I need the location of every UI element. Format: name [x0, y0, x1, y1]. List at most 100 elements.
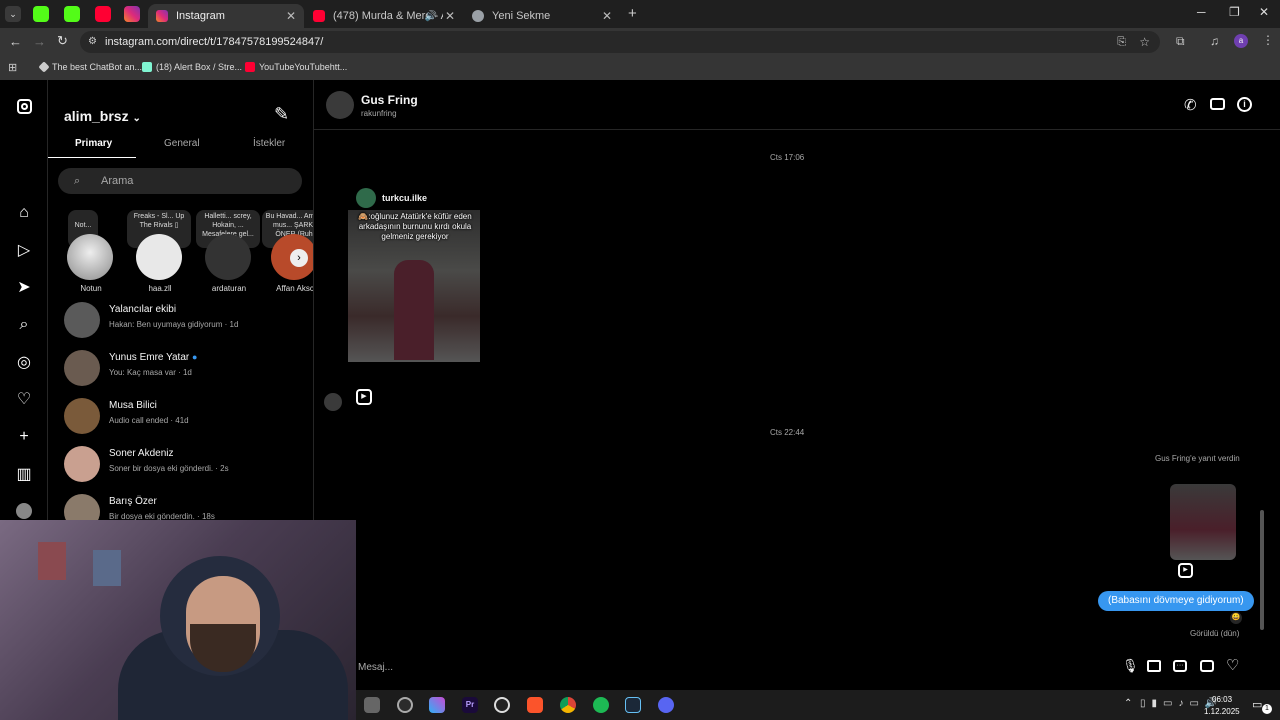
clock-date[interactable]: 1.12.2025 [1204, 707, 1240, 716]
bookmark-youtube[interactable]: YouTubeYouTubehtt... [245, 62, 347, 72]
sent-message-bubble[interactable]: (Babasını dövmeye gidiyorum) [1098, 591, 1254, 611]
profile-avatar[interactable] [16, 503, 32, 519]
steam-icon[interactable] [625, 697, 641, 713]
profile-avatar[interactable]: a [1234, 34, 1248, 48]
app-icon[interactable] [397, 697, 413, 713]
chat-panel: Gus Fring rakunfring ✆ i Cts 17:06 turkc… [314, 80, 1280, 690]
message-text: (Babasını dövmeye gidiyorum) [1108, 595, 1244, 606]
tab-primary[interactable]: Primary [75, 138, 112, 149]
contact-avatar[interactable] [326, 91, 354, 119]
bookmark-star-icon[interactable]: ☆ [1139, 31, 1150, 53]
close-tab-icon[interactable]: ✕ [602, 9, 612, 23]
forward-icon[interactable]: → [33, 34, 46, 49]
notifications-heart-icon[interactable]: ♡ [14, 389, 34, 409]
pinned-tab-youtube[interactable] [95, 6, 111, 22]
brave-icon[interactable] [527, 697, 543, 713]
speaker-icon[interactable]: 🔊 [425, 11, 437, 22]
pinned-tab-instagram[interactable] [124, 6, 140, 22]
copilot-icon[interactable] [429, 697, 445, 713]
account-switcher[interactable]: alim_brsz ⌄ [64, 108, 141, 124]
explore-icon[interactable]: ◎ [14, 352, 34, 372]
sender-avatar[interactable] [324, 393, 342, 411]
like-heart-icon[interactable]: ♡ [1226, 656, 1239, 674]
apps-grid-icon[interactable]: ⊞ [8, 61, 17, 74]
new-tab-button[interactable]: + [628, 5, 637, 22]
video-call-icon[interactable] [1210, 98, 1225, 110]
menu-icon[interactable]: ⋮ [1262, 33, 1274, 47]
reel-icon[interactable]: ▶ [356, 389, 372, 405]
microphone-icon[interactable]: 🎙 [1122, 658, 1139, 674]
messages-icon[interactable]: ➤ [14, 277, 34, 297]
chrome-icon[interactable] [560, 697, 576, 713]
create-plus-icon[interactable]: + [14, 427, 34, 447]
minimize-button[interactable]: ─ [1197, 5, 1206, 19]
clock-time[interactable]: 06:03 [1212, 695, 1232, 704]
tray-chevron-icon[interactable]: ⌃ [1124, 698, 1132, 709]
tab-youtube[interactable]: (478) Murda & Mero - Ara 🔊 ✕ [305, 4, 463, 28]
shared-post[interactable]: turkcu.ilke 🙈:oğlunuz Atatürk'e küfür ed… [348, 184, 480, 362]
dashboard-icon[interactable]: ▥ [14, 464, 34, 484]
app-icon[interactable] [364, 697, 380, 713]
reels-icon[interactable]: ▷ [14, 240, 34, 260]
image-upload-icon[interactable] [1147, 660, 1161, 672]
list-item[interactable]: Musa Bilici Audio call ended · 41d [64, 398, 304, 442]
reaction-emoji[interactable]: 😀 [1230, 612, 1242, 624]
tab-new[interactable]: Yeni Sekme ✕ [464, 4, 620, 28]
instagram-logo-icon[interactable] [14, 96, 34, 116]
premiere-icon[interactable]: Pr [462, 697, 478, 713]
tab-requests[interactable]: İstekler [253, 138, 285, 149]
reel-icon[interactable]: ▶ [1178, 563, 1193, 578]
close-tab-icon[interactable]: ✕ [286, 9, 296, 23]
conversation-name: Yunus Emre Yatar ● [109, 352, 198, 363]
bookmark-chatbot[interactable]: The best ChatBot an... [38, 61, 142, 73]
notification-center-icon[interactable]: ▭ [1252, 698, 1262, 711]
chat-scrollbar[interactable] [1260, 510, 1264, 630]
bookmarks-bar: ⊞ The best ChatBot an... (18) Alert Box … [0, 56, 1280, 80]
extensions-icon[interactable]: ⧉ [1176, 34, 1185, 49]
search-icon[interactable]: ⌕ [14, 315, 34, 335]
tab-instagram[interactable]: Instagram ✕ [148, 4, 304, 28]
home-icon[interactable]: ⌂ [14, 203, 34, 223]
composer-placeholder: Mesaj... [358, 662, 394, 673]
tab-search-button[interactable]: ⌄ [5, 6, 21, 22]
bookmark-alertbox[interactable]: (18) Alert Box / Stre... [142, 62, 242, 72]
contact-name[interactable]: Gus Fring [361, 93, 418, 107]
post-account-avatar [356, 188, 376, 208]
list-item[interactable]: Soner Akdeniz Soner bir dosya eki gönder… [64, 446, 304, 490]
url-text: instagram.com/direct/t/17847578199524847… [105, 36, 324, 48]
avatar [64, 398, 100, 434]
address-bar[interactable]: ⚙ instagram.com/direct/t/178475781995248… [80, 31, 1160, 53]
install-app-icon[interactable]: ⎘ [1117, 31, 1126, 53]
tab-general[interactable]: General [164, 138, 200, 149]
list-item[interactable]: Yunus Emre Yatar ● You: Kaç masa var · 1… [64, 350, 304, 394]
discord-icon[interactable] [658, 697, 674, 713]
reload-icon[interactable]: ↻ [57, 33, 68, 49]
spotify-icon[interactable] [593, 697, 609, 713]
new-message-icon[interactable]: ✎ [274, 104, 289, 125]
conversation-preview: Audio call ended · 41d [109, 416, 189, 425]
pinned-tab-kick-1[interactable] [33, 6, 49, 22]
site-info-icon[interactable]: ⚙ [88, 31, 97, 53]
close-tab-icon[interactable]: ✕ [445, 9, 455, 23]
pinned-tab-kick-2[interactable] [64, 6, 80, 22]
list-item[interactable]: Yalancılar ekibi Hakan: Ben uyumaya gidi… [64, 302, 304, 346]
conversation-name: Barış Özer [109, 496, 157, 507]
info-icon[interactable]: i [1237, 97, 1252, 112]
media-control-icon[interactable]: ♫ [1210, 34, 1219, 48]
quoted-reply-thumbnail[interactable] [1170, 484, 1236, 560]
sticker-icon[interactable] [1200, 660, 1214, 672]
bookmark-label: YouTubeYouTubehtt... [259, 62, 348, 72]
youtube-icon [313, 10, 325, 22]
app-icon[interactable] [494, 697, 510, 713]
restore-button[interactable]: ❐ [1229, 5, 1240, 19]
search-input[interactable]: ⌕ Arama [58, 168, 302, 194]
conversation-name: Soner Akdeniz [109, 448, 174, 459]
streamlabs-icon [142, 62, 152, 72]
chevron-right-icon[interactable]: › [290, 249, 308, 267]
back-icon[interactable]: ← [9, 34, 22, 49]
search-icon: ⌕ [74, 175, 81, 187]
phone-call-icon[interactable]: ✆ [1184, 96, 1197, 114]
gif-icon[interactable]: ··· [1173, 660, 1187, 672]
close-window-button[interactable]: ✕ [1259, 5, 1269, 19]
contact-handle: rakunfring [361, 109, 397, 118]
